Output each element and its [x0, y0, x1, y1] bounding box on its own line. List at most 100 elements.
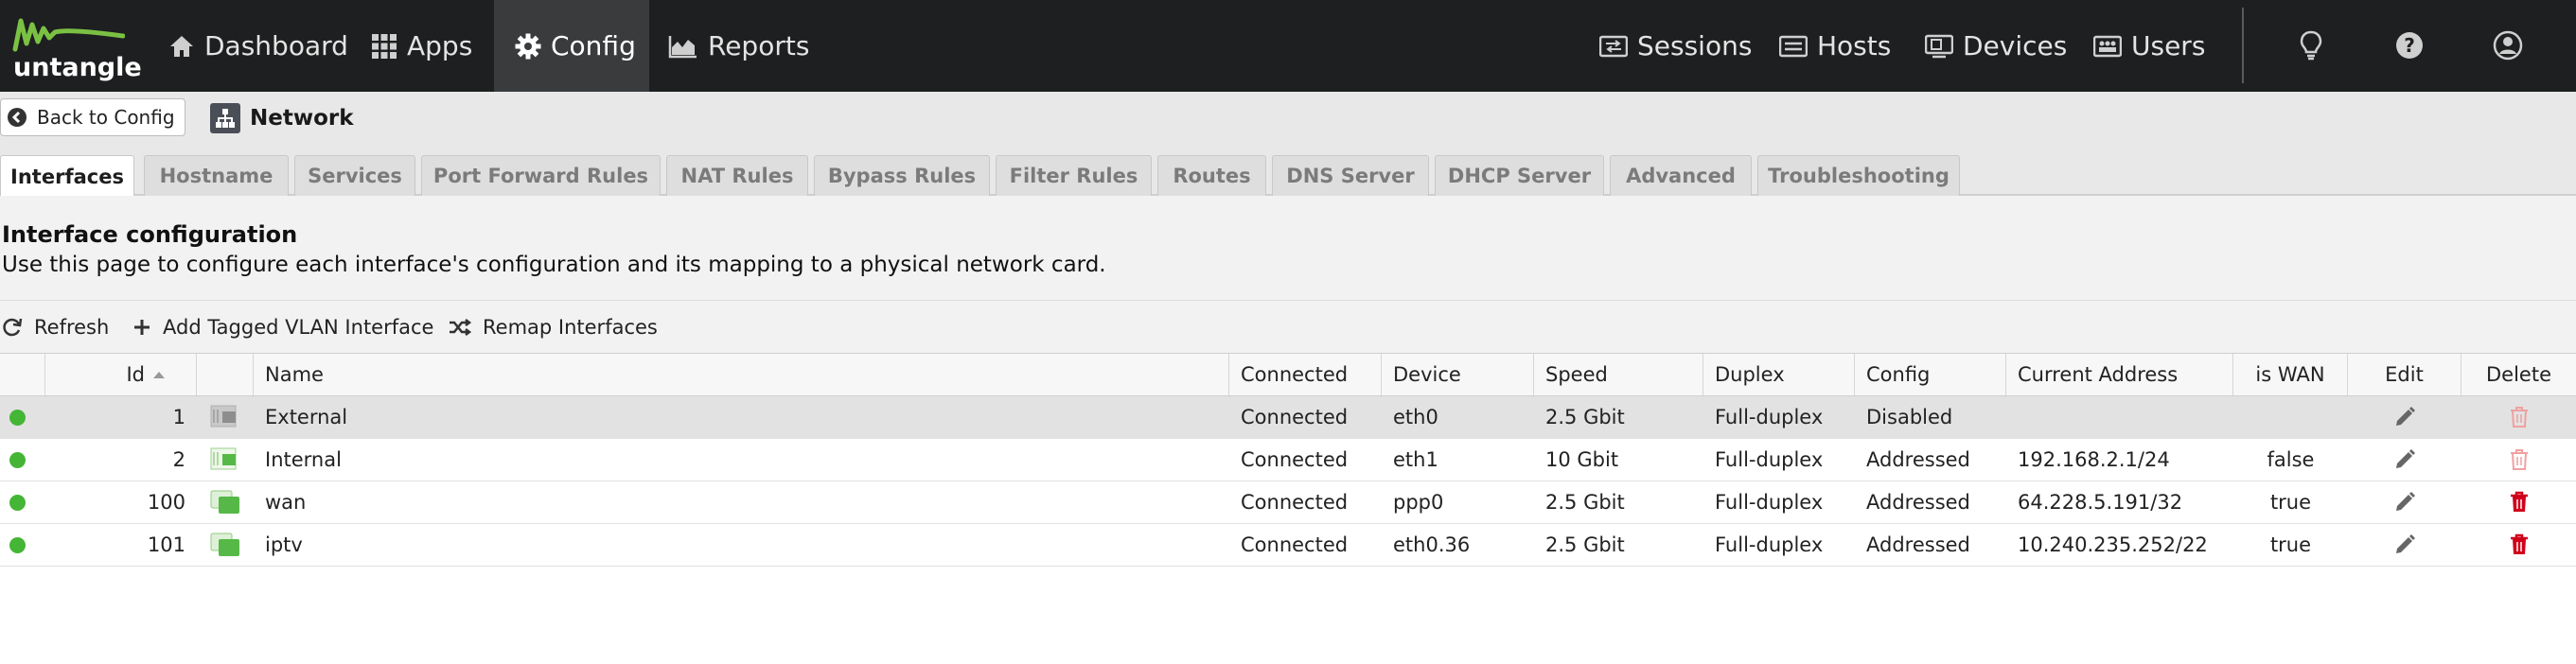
nav-config-label: Config — [551, 30, 636, 61]
is-wan-cell: true — [2269, 533, 2312, 556]
id-cell: 1 — [172, 406, 185, 428]
nav-reports[interactable]: Reports — [653, 0, 857, 92]
edit-icon[interactable] — [2348, 439, 2461, 481]
tab-interfaces[interactable]: Interfaces — [0, 155, 134, 198]
nav-dashboard[interactable]: Dashboard — [151, 0, 358, 92]
tab-dhcp-server[interactable]: DHCP Server — [1435, 155, 1604, 196]
nav-hosts[interactable]: Hosts — [1778, 0, 1892, 92]
edit-icon[interactable] — [2348, 481, 2461, 523]
column-header-speed[interactable]: Speed — [1534, 354, 1703, 395]
tab-routes[interactable]: Routes — [1157, 155, 1266, 196]
tab-hostname[interactable]: Hostname — [144, 155, 289, 196]
account-icon[interactable] — [2489, 26, 2527, 64]
column-header-is-wan[interactable]: is WAN — [2233, 354, 2348, 395]
name-cell: External — [265, 406, 348, 428]
tab-filter-rules[interactable]: Filter Rules — [996, 155, 1152, 196]
apps-grid-icon — [371, 33, 397, 60]
tab-nat-rules[interactable]: NAT Rules — [666, 155, 808, 196]
grid-header-row: Id Name Connected Device Speed Duplex Co… — [0, 353, 2576, 396]
lightbulb-icon[interactable] — [2292, 26, 2330, 64]
page-title: Network — [210, 103, 354, 133]
nav-sessions[interactable]: Sessions — [1598, 0, 1753, 92]
is-wan-cell: true — [2269, 491, 2312, 514]
tab-port-forward-rules[interactable]: Port Forward Rules — [421, 155, 661, 196]
status-column-header — [0, 354, 45, 395]
speed-cell: 2.5 Gbit — [1545, 491, 1625, 514]
edit-icon[interactable] — [2348, 524, 2461, 566]
current-address-cell: 64.228.5.191/32 — [2018, 491, 2183, 514]
add-tagged-vlan-button[interactable]: Add Tagged VLAN Interface — [132, 312, 433, 342]
id-cell: 100 — [147, 491, 185, 514]
edit-icon[interactable] — [2348, 396, 2461, 438]
column-header-edit: Edit — [2348, 354, 2461, 395]
tab-troubleshooting[interactable]: Troubleshooting — [1757, 155, 1960, 196]
connected-cell: Connected — [1241, 448, 1349, 471]
delete-icon-disabled — [2461, 396, 2576, 438]
delete-icon[interactable] — [2461, 524, 2576, 566]
table-row[interactable]: 1 External Connected eth0 2.5 Gbit Full-… — [0, 396, 2576, 439]
tab-services[interactable]: Services — [294, 155, 415, 196]
connected-cell: Connected — [1241, 406, 1349, 428]
nav-users-label: Users — [2131, 30, 2206, 61]
delete-icon[interactable] — [2461, 481, 2576, 523]
plus-icon — [132, 318, 151, 337]
is-wan-cell — [2233, 396, 2348, 438]
page-title-text: Network — [250, 106, 354, 131]
nav-devices[interactable]: Devices — [1924, 0, 2068, 92]
nav-users[interactable]: Users — [2092, 0, 2206, 92]
duplex-cell: Full-duplex — [1715, 533, 1824, 556]
tab-dns-server[interactable]: DNS Server — [1272, 155, 1429, 196]
nav-hosts-label: Hosts — [1817, 30, 1892, 61]
back-arrow-icon — [7, 107, 27, 128]
column-header-name[interactable]: Name — [254, 354, 1229, 395]
device-cell: ppp0 — [1393, 491, 1444, 514]
tab-bypass-rules[interactable]: Bypass Rules — [814, 155, 990, 196]
nav-devices-label: Devices — [1963, 30, 2068, 61]
connected-status-icon — [9, 536, 26, 553]
remap-interfaces-label: Remap Interfaces — [483, 316, 658, 339]
column-header-current-address[interactable]: Current Address — [2006, 354, 2233, 395]
remap-interfaces-button[interactable]: Remap Interfaces — [449, 312, 658, 342]
virtual-interface-icon — [197, 481, 254, 523]
table-row[interactable]: 2 Internal Connected eth1 10 Gbit Full-d… — [0, 439, 2576, 481]
column-header-config[interactable]: Config — [1855, 354, 2006, 395]
sort-ascending-icon — [152, 370, 166, 379]
disabled-interface-icon — [197, 396, 254, 438]
physical-interface-icon — [197, 439, 254, 481]
network-tabs: Interfaces Hostname Services Port Forwar… — [0, 147, 2576, 198]
id-cell: 101 — [147, 533, 185, 556]
untangle-logo[interactable]: untangle — [8, 13, 142, 82]
is-wan-cell: false — [2267, 448, 2315, 471]
table-row[interactable]: 100 wan Connected ppp0 2.5 Gbit Full-dup… — [0, 481, 2576, 524]
help-icon[interactable]: ? — [2391, 26, 2428, 64]
nav-sessions-label: Sessions — [1637, 30, 1753, 61]
column-header-device[interactable]: Device — [1382, 354, 1534, 395]
speed-cell: 10 Gbit — [1545, 448, 1619, 471]
virtual-interface-icon — [197, 524, 254, 566]
svg-text:?: ? — [2404, 34, 2415, 57]
config-cell: Addressed — [1866, 491, 1970, 514]
back-to-config-button[interactable]: Back to Config — [0, 98, 185, 136]
column-header-duplex[interactable]: Duplex — [1703, 354, 1855, 395]
refresh-label: Refresh — [34, 316, 110, 339]
speed-cell: 2.5 Gbit — [1545, 406, 1625, 428]
nav-config[interactable]: Config — [494, 0, 649, 92]
refresh-button[interactable]: Refresh — [2, 312, 109, 342]
top-navigation-bar: untangle Dashboard Apps Config Reports S… — [0, 0, 2576, 92]
shuffle-icon — [449, 318, 472, 337]
home-icon — [168, 34, 195, 59]
current-address-cell — [2006, 396, 2233, 438]
duplex-cell: Full-duplex — [1715, 448, 1824, 471]
column-header-connected[interactable]: Connected — [1229, 354, 1382, 395]
name-cell: Internal — [265, 448, 342, 471]
device-cell: eth0 — [1393, 406, 1438, 428]
area-chart-icon — [668, 34, 698, 59]
tab-advanced[interactable]: Advanced — [1610, 155, 1752, 196]
column-header-id[interactable]: Id — [45, 354, 197, 395]
status-cell — [0, 439, 34, 481]
name-cell: wan — [265, 491, 307, 514]
table-row[interactable]: 101 iptv Connected eth0.36 2.5 Gbit Full… — [0, 524, 2576, 567]
network-icon — [210, 103, 240, 133]
nav-divider — [2242, 8, 2244, 83]
nav-apps[interactable]: Apps — [354, 0, 503, 92]
